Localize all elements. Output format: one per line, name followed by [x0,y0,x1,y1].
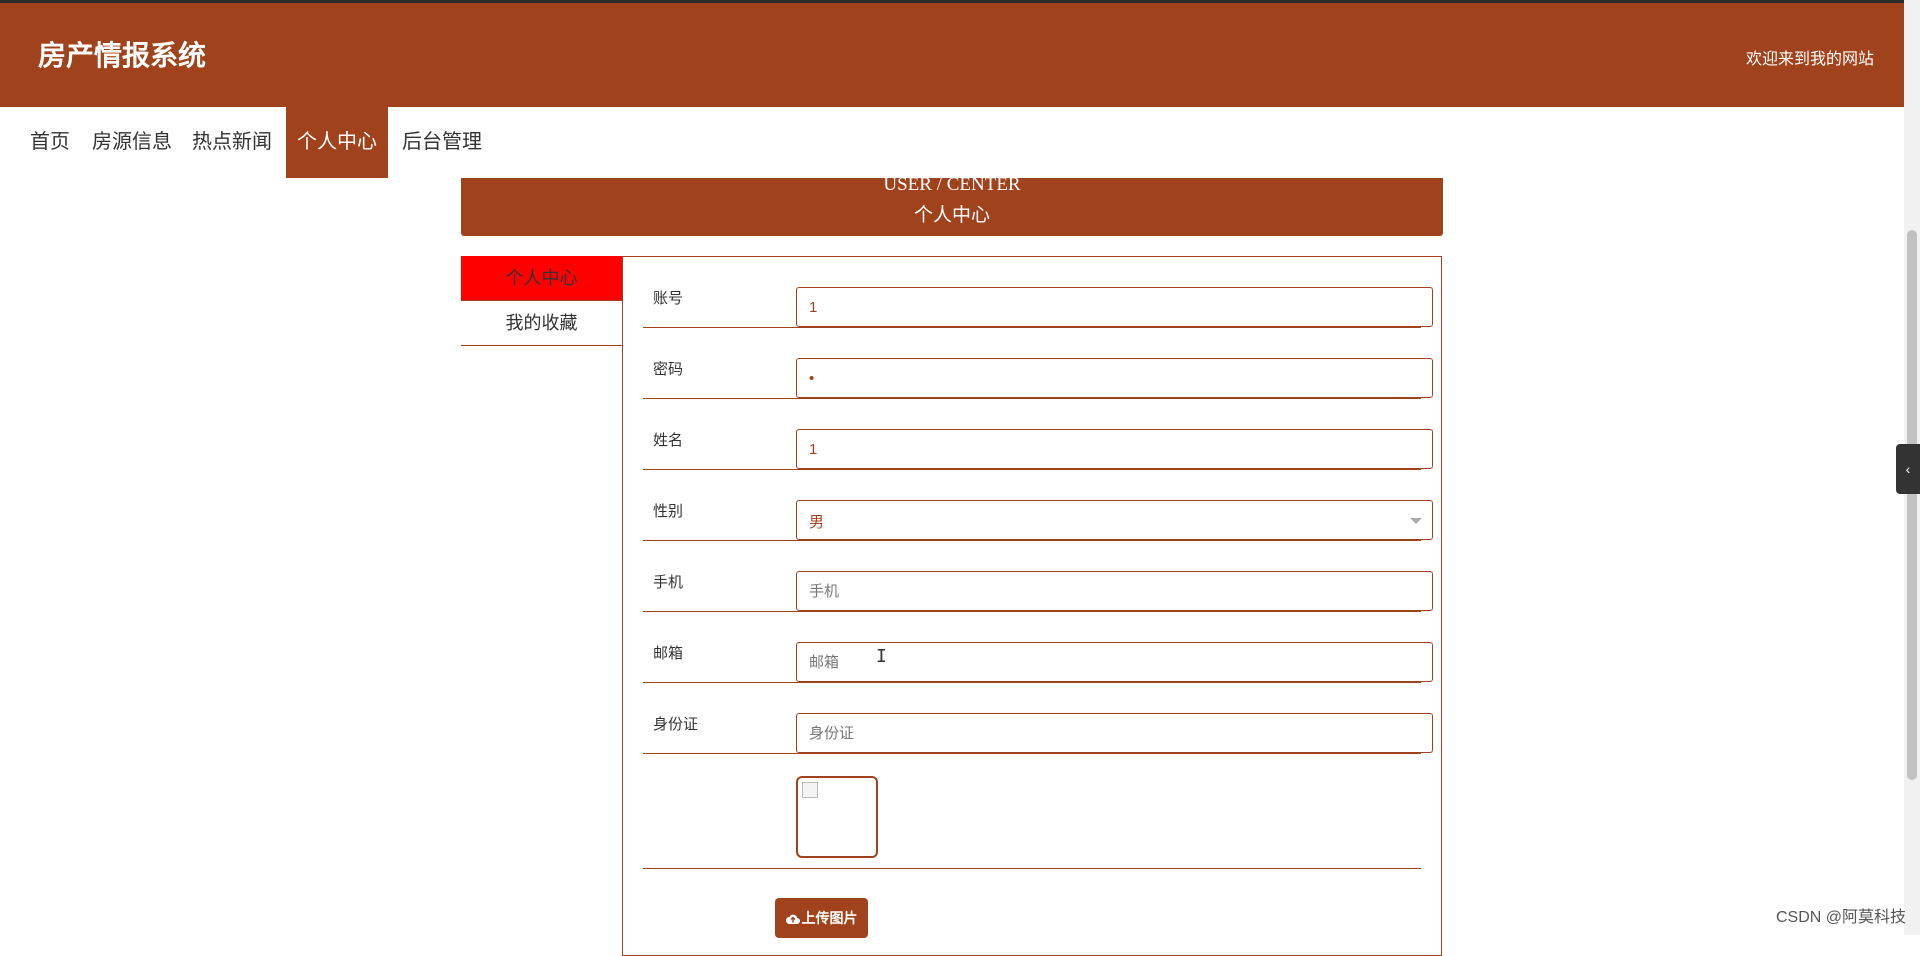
broken-image-icon [802,782,818,798]
chevron-left-icon[interactable]: ‹ [1896,444,1920,494]
nav-item-news[interactable]: 热点新闻 [190,107,274,178]
idcard-input[interactable] [796,713,1433,753]
phone-label: 手机 [653,574,684,591]
form-row-password: 密码 [643,328,1433,399]
form-row-idcard: 身份证 [643,683,1433,754]
main-nav: 首页 房源信息 热点新闻 个人中心 后台管理 [0,107,1904,178]
watermark: CSDN @阿莫科技 [1775,909,1906,926]
form-row-name: 姓名 [643,399,1433,470]
text-cursor-icon: I [876,646,887,667]
account-label: 账号 [653,290,684,307]
nav-item-listings[interactable]: 房源信息 [90,107,174,178]
form-row-phone: 手机 [643,541,1433,612]
page-banner: USER / CENTER 个人中心 [461,174,1443,236]
password-label: 密码 [653,361,684,378]
email-input[interactable] [796,642,1433,682]
email-label: 邮箱 [653,645,684,662]
idcard-label: 身份证 [653,716,699,733]
account-input[interactable] [796,287,1433,327]
profile-form-panel: 账号 密码 姓名 性别 男 手机 邮箱 身份证 [622,256,1442,956]
nav-item-admin[interactable]: 后台管理 [398,107,486,178]
welcome-text: 欢迎来到我的网站 [1745,51,1874,68]
side-item-favorites[interactable]: 我的收藏 [461,301,622,346]
avatar-image [796,776,878,858]
side-menu: 个人中心 我的收藏 [461,256,622,346]
password-input[interactable] [796,358,1433,398]
side-item-user-center[interactable]: 个人中心 [461,256,622,301]
nav-item-user-center[interactable]: 个人中心 [286,107,388,178]
form-row-gender: 性别 男 [643,470,1433,541]
name-input[interactable] [796,429,1433,469]
gender-label: 性别 [653,503,684,520]
scrollbar-thumb[interactable] [1907,230,1917,780]
banner-title-cn: 个人中心 [913,205,990,226]
top-header: 房产情报系统 欢迎来到我的网站 [0,0,1904,107]
form-row-account: 账号 [643,257,1433,328]
form-row-email: 邮箱 [643,612,1433,683]
nav-item-home[interactable]: 首页 [20,107,80,178]
name-label: 姓名 [653,432,684,449]
form-row-avatar [643,754,1421,869]
chevron-down-icon [1410,518,1422,524]
cloud-upload-icon [785,914,800,925]
phone-input[interactable] [796,571,1433,611]
upload-image-button[interactable]: 上传图片 [775,898,868,938]
site-title: 房产情报系统 [38,40,207,71]
gender-value: 男 [809,514,825,531]
banner-title-en: USER / CENTER [883,174,1021,195]
upload-image-label: 上传图片 [801,910,858,926]
gender-select[interactable]: 男 [796,500,1433,540]
